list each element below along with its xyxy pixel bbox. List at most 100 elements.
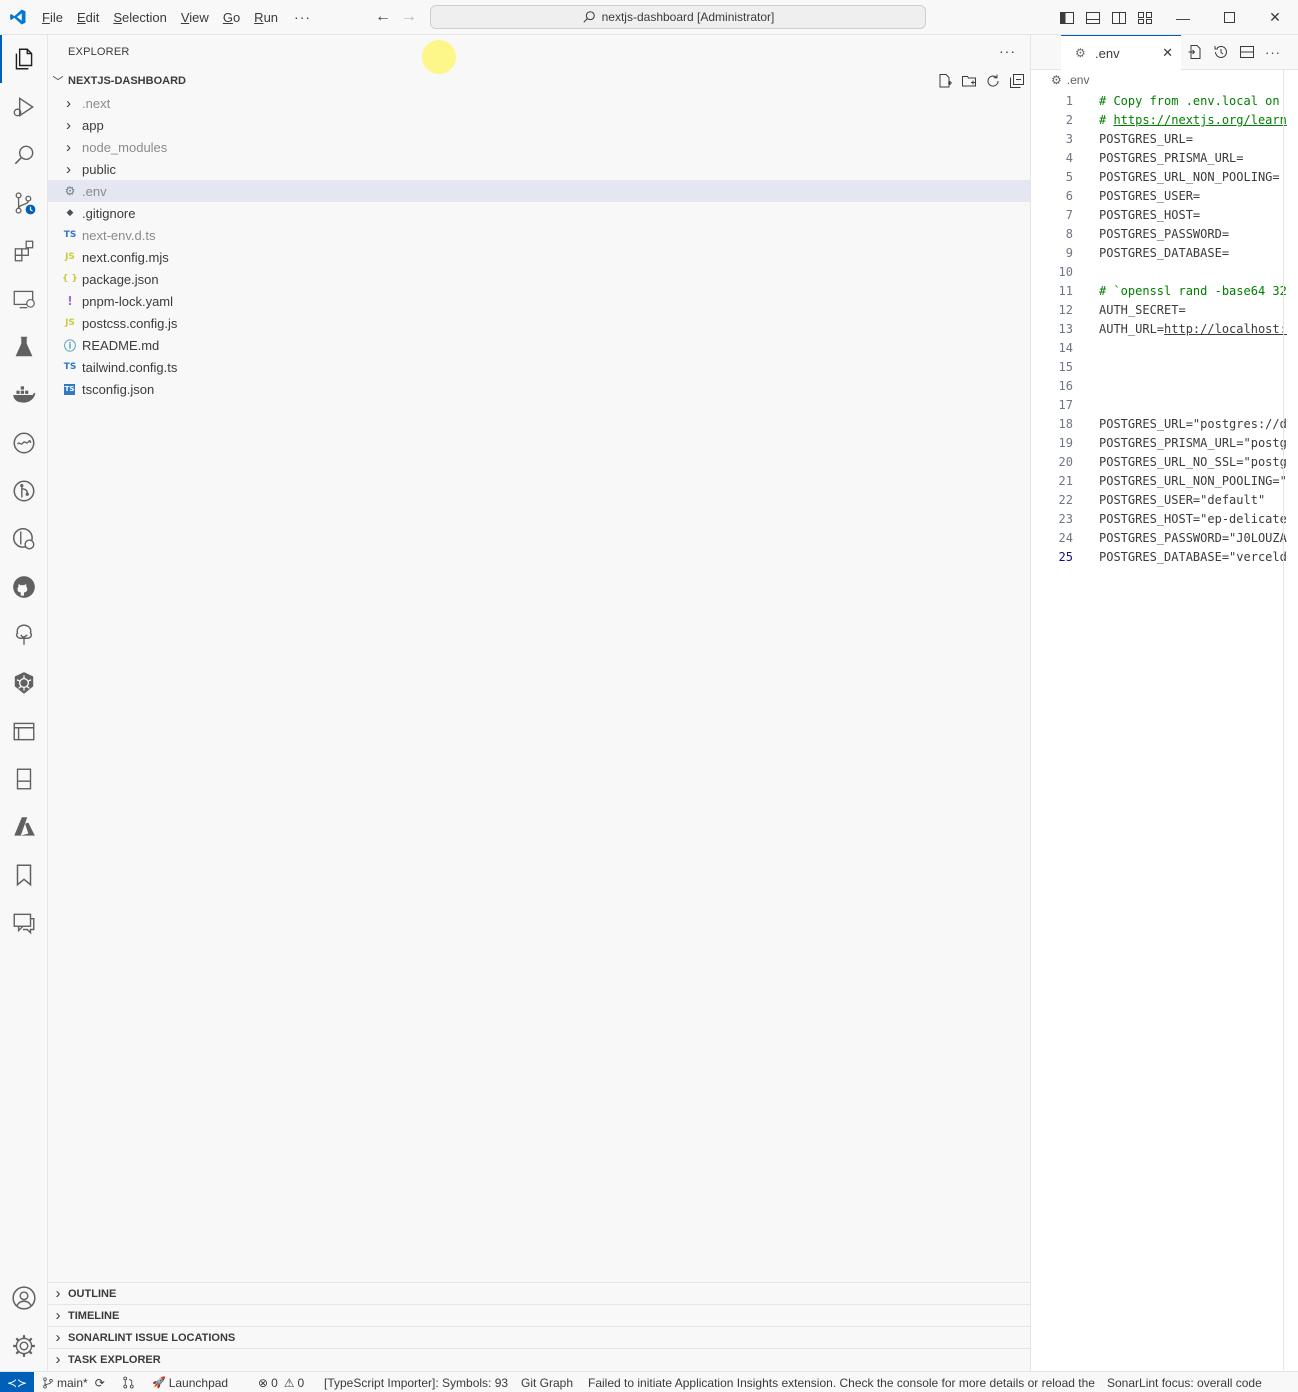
tree-folder[interactable]: › app [48, 114, 1030, 136]
close-tab-icon[interactable]: ✕ [1162, 45, 1173, 61]
branch-status[interactable]: main* ⟳ [42, 1372, 105, 1392]
toggle-secondary-sidebar-icon[interactable] [1110, 9, 1128, 27]
minimize-icon[interactable]: — [1160, 0, 1206, 35]
menu-go[interactable]: Go [216, 0, 247, 35]
command-center[interactable]: nextjs-dashboard [Administrator] [430, 5, 926, 29]
code-line[interactable]: 18 POSTGRES_URL="postgres://d [1031, 415, 1298, 434]
problems-status[interactable]: ⊗ 0 ⚠ 0 [258, 1372, 304, 1392]
tree-file[interactable]: TS tsconfig.json [48, 378, 1030, 400]
maximize-icon[interactable] [1206, 0, 1252, 35]
menu-view[interactable]: View [174, 0, 216, 35]
azure-icon[interactable] [0, 803, 48, 851]
tab-env[interactable]: ⚙ .env ✕ [1061, 35, 1181, 70]
bookmark-icon[interactable] [0, 851, 48, 899]
code-line[interactable]: 21 POSTGRES_URL_NON_POOLING=" [1031, 472, 1298, 491]
docker-icon[interactable] [0, 371, 48, 419]
kubernetes-icon[interactable] [0, 659, 48, 707]
tree-file[interactable]: { } package.json [48, 268, 1030, 290]
code-line[interactable]: 23 POSTGRES_HOST="ep-delicate [1031, 510, 1298, 529]
tree-icon[interactable] [0, 611, 48, 659]
forward-arrow-icon[interactable]: → [400, 8, 418, 26]
git-graph-icon[interactable] [0, 467, 48, 515]
close-window-icon[interactable]: ✕ [1252, 0, 1298, 35]
code-line[interactable]: 6 POSTGRES_USER= [1031, 187, 1298, 206]
code-link[interactable]: https://nextjs.org/learn [1113, 113, 1286, 127]
code-line[interactable]: 19 POSTGRES_PRISMA_URL="postg [1031, 434, 1298, 453]
extensions-icon[interactable] [0, 227, 48, 275]
code-line[interactable]: 24 POSTGRES_PASSWORD="J0LOUZA [1031, 529, 1298, 548]
tree-file[interactable]: TS tailwind.config.ts [48, 356, 1030, 378]
editor-scrollbar-track[interactable] [1283, 70, 1284, 1370]
code-line[interactable]: 22 POSTGRES_USER="default" [1031, 491, 1298, 510]
code-line[interactable]: 16 [1031, 377, 1298, 396]
code-line[interactable]: 14 [1031, 339, 1298, 358]
section-task-explorer[interactable]: › TASK EXPLORER [48, 1348, 1031, 1370]
tree-folder[interactable]: › public [48, 158, 1030, 180]
open-changes-icon[interactable] [1187, 44, 1203, 60]
panels-icon[interactable] [0, 707, 48, 755]
menu-selection[interactable]: Selection [106, 0, 173, 35]
gitlens-icon[interactable] [0, 515, 48, 563]
code-line[interactable]: 15 [1031, 358, 1298, 377]
split-editor-icon[interactable] [1239, 44, 1255, 60]
menu-file[interactable]: File [35, 0, 70, 35]
tree-folder[interactable]: › .next [48, 92, 1030, 114]
menu-more-icon[interactable]: ··· [285, 0, 320, 35]
code-line[interactable]: 8 POSTGRES_PASSWORD= [1031, 225, 1298, 244]
code-link[interactable]: http://localhost: [1164, 322, 1287, 336]
editor-more-actions-icon[interactable]: ··· [1265, 44, 1281, 60]
tree-file[interactable]: ⚙ .env [48, 180, 1030, 202]
tree-file[interactable]: ! pnpm-lock.yaml [48, 290, 1030, 312]
section-timeline[interactable]: › TIMELINE [48, 1304, 1031, 1326]
tree-folder[interactable]: › node_modules [48, 136, 1030, 158]
remote-indicator-icon[interactable]: ≺≻ [0, 1372, 34, 1392]
comments-icon[interactable] [0, 899, 48, 947]
menu-edit[interactable]: Edit [70, 0, 106, 35]
code-line[interactable]: 17 [1031, 396, 1298, 415]
code-line[interactable]: 1 # Copy from .env.local on [1031, 92, 1298, 111]
code-line[interactable]: 5 POSTGRES_URL_NON_POOLING= [1031, 168, 1298, 187]
tree-file[interactable]: JS next.config.mjs [48, 246, 1030, 268]
code-line[interactable]: 11 # `openssl rand -base64 32 [1031, 282, 1298, 301]
ts-importer-status[interactable]: [TypeScript Importer]: Symbols: 93 [324, 1372, 508, 1392]
workspace-folder-header[interactable]: ﹀ NEXTJS-DASHBOARD [48, 70, 1031, 92]
code-line[interactable]: 9 POSTGRES_DATABASE= [1031, 244, 1298, 263]
refresh-explorer-icon[interactable] [985, 73, 1001, 89]
source-control-icon[interactable] [0, 179, 48, 227]
sonarlint-status[interactable]: SonarLint focus: overall code [1107, 1372, 1262, 1392]
manage-gear-icon[interactable] [0, 1322, 48, 1370]
code-line[interactable]: 25 POSTGRES_DATABASE="verceld [1031, 548, 1298, 567]
code-line[interactable]: 13 AUTH_URL=http://localhost: [1031, 320, 1298, 339]
code-line[interactable]: 10 [1031, 263, 1298, 282]
tree-file[interactable]: ◆ .gitignore [48, 202, 1030, 224]
back-arrow-icon[interactable]: ← [374, 8, 392, 26]
remote-explorer-icon[interactable] [0, 275, 48, 323]
tree-file[interactable]: ⓘ README.md [48, 334, 1030, 356]
toggle-panel-icon[interactable] [1084, 9, 1102, 27]
breadcrumb[interactable]: ⚙ .env [1051, 73, 1089, 87]
toggle-primary-sidebar-icon[interactable] [1058, 9, 1076, 27]
sync-icon[interactable]: ⟳ [95, 1373, 105, 1392]
explorer-icon[interactable] [0, 35, 48, 83]
timeline-history-icon[interactable] [1213, 44, 1229, 60]
search-icon[interactable] [0, 131, 48, 179]
code-line[interactable]: 2 # https://nextjs.org/learn [1031, 111, 1298, 130]
wave-icon[interactable] [0, 419, 48, 467]
code-line[interactable]: 12 AUTH_SECRET= [1031, 301, 1298, 320]
explorer-more-actions-icon[interactable]: ··· [999, 43, 1016, 59]
run-debug-icon[interactable] [0, 83, 48, 131]
code-line[interactable]: 4 POSTGRES_PRISMA_URL= [1031, 149, 1298, 168]
section-outline[interactable]: › OUTLINE [48, 1282, 1031, 1304]
github-icon[interactable] [0, 563, 48, 611]
code-line[interactable]: 20 POSTGRES_URL_NO_SSL="postg [1031, 453, 1298, 472]
pull-request-status-icon[interactable] [122, 1372, 135, 1392]
git-graph-status[interactable]: Git Graph [521, 1372, 573, 1392]
code-line[interactable]: 3 POSTGRES_URL= [1031, 130, 1298, 149]
tree-file[interactable]: TS next-env.d.ts [48, 224, 1030, 246]
app-insights-message[interactable]: Failed to initiate Application Insights … [588, 1372, 1095, 1392]
new-folder-icon[interactable] [961, 73, 977, 89]
tree-file[interactable]: JS postcss.config.js [48, 312, 1030, 334]
code-line[interactable]: 7 POSTGRES_HOST= [1031, 206, 1298, 225]
launchpad-status[interactable]: 🚀 Launchpad [152, 1372, 228, 1392]
new-file-icon[interactable] [937, 73, 953, 89]
